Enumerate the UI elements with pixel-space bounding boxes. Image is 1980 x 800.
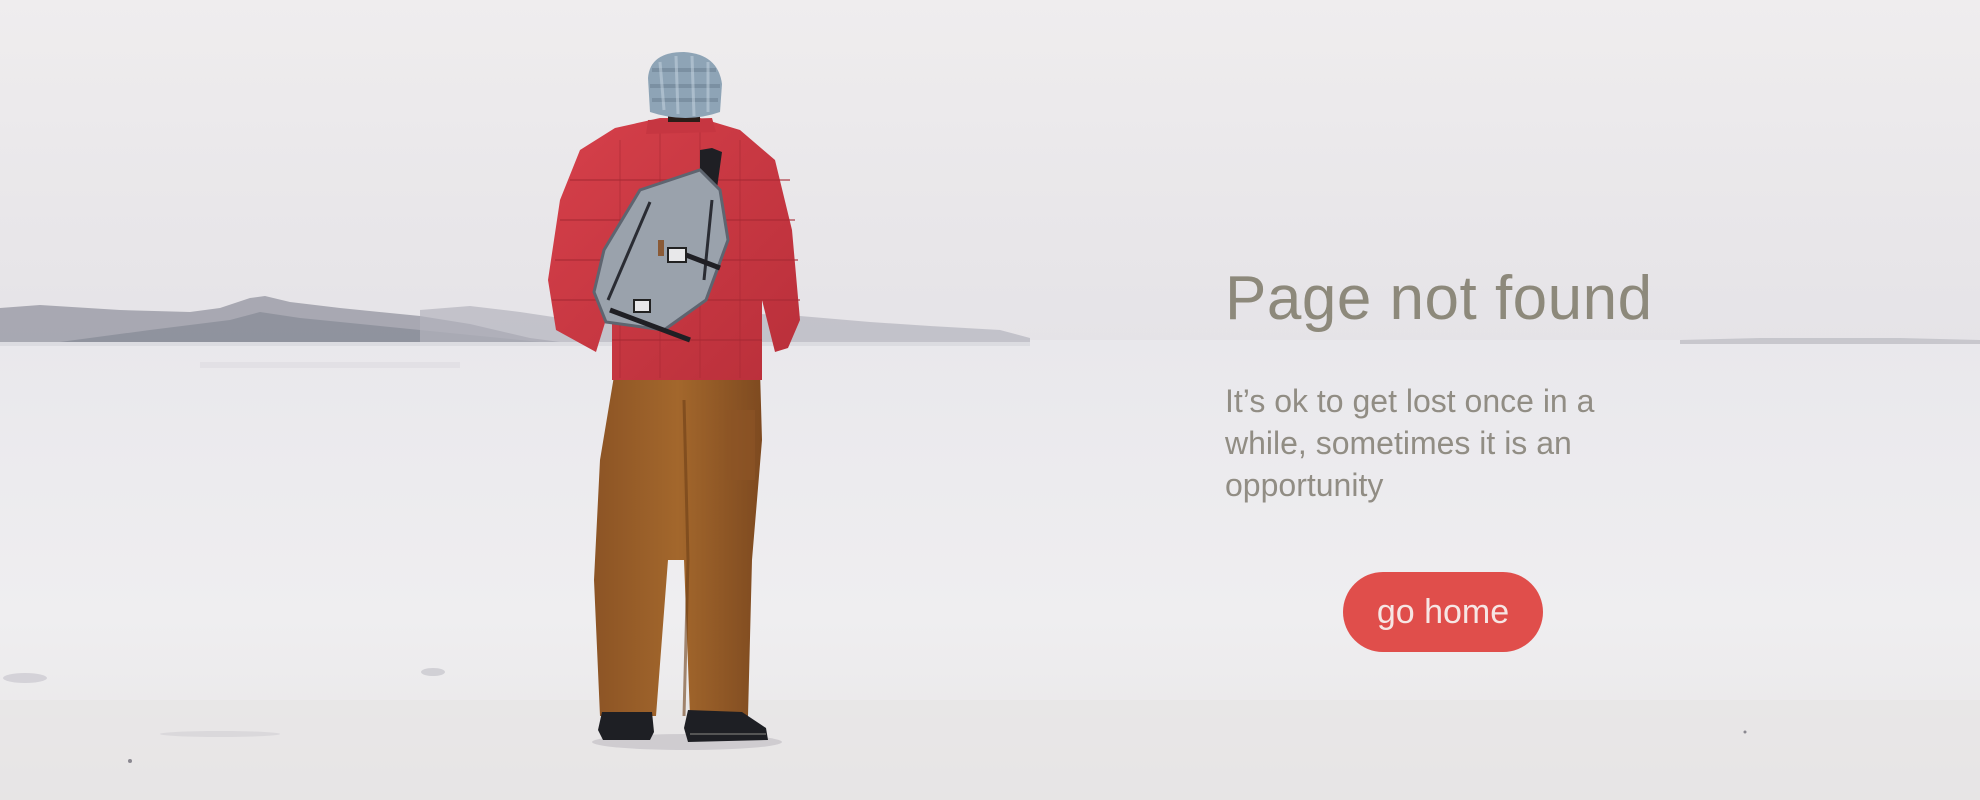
error-content: Page not found It’s ok to get lost once … xyxy=(1225,262,1705,506)
error-message: It’s ok to get lost once in a while, som… xyxy=(1225,383,1595,503)
error-page: Page not found It’s ok to get lost once … xyxy=(0,0,1980,800)
go-home-button[interactable]: go home xyxy=(1343,572,1543,652)
page-title: Page not found xyxy=(1225,264,1653,333)
